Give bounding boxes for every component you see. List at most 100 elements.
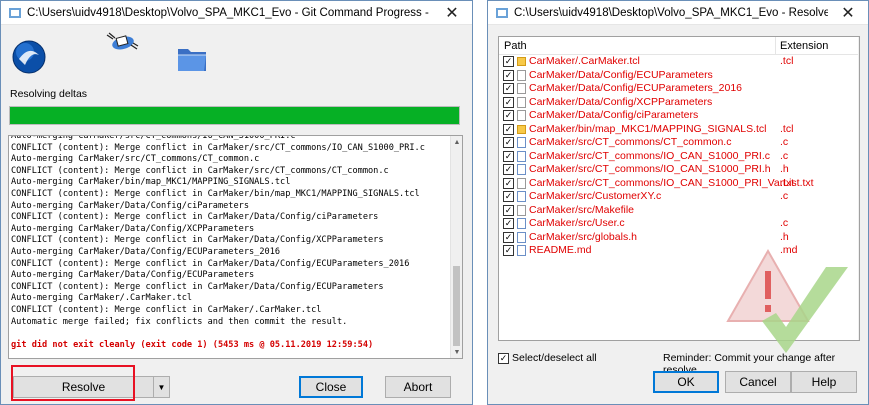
left-title-bar[interactable]: C:\Users\uidv4918\Desktop\Volvo_SPA_MKC1… [1, 1, 472, 25]
right-title-bar[interactable]: C:\Users\uidv4918\Desktop\Volvo_SPA_MKC1… [488, 1, 868, 25]
md-file-icon [517, 245, 526, 256]
cancel-button[interactable]: Cancel [725, 371, 791, 393]
file-extension: .c [780, 217, 789, 229]
file-row[interactable]: ✓ CarMaker/Data/Config/XCPParameters [499, 96, 859, 110]
file-extension: .c [780, 190, 789, 202]
file-path: CarMaker/src/CT_commons/IO_CAN_S1000_PRI… [529, 163, 771, 175]
scroll-down-icon[interactable]: ▼ [451, 346, 462, 358]
ok-button[interactable]: OK [653, 371, 719, 393]
file-checkbox[interactable]: ✓ [503, 83, 514, 94]
log-line: Auto-merging CarMaker/.CarMaker.tcl [11, 293, 193, 304]
abort-button-label: Abort [403, 380, 433, 394]
file-row[interactable]: ✓ CarMaker/src/CT_commons/IO_CAN_S1000_PR… [499, 163, 859, 177]
file-row[interactable]: ✓ CarMaker/src/User.c .c [499, 217, 859, 231]
abort-button[interactable]: Abort [385, 376, 451, 398]
warning-check-watermark-icon [726, 249, 848, 353]
file-checkbox[interactable]: ✓ [503, 231, 514, 243]
left-close-window-button[interactable]: ✕ [432, 1, 472, 25]
chevron-down-icon: ▼ [157, 382, 166, 392]
log-vertical-scrollbar[interactable]: ▲ ▼ [450, 136, 462, 358]
column-separator[interactable] [775, 37, 776, 55]
resolve-window: C:\Users\uidv4918\Desktop\Volvo_SPA_MKC1… [487, 0, 869, 405]
help-button[interactable]: Help [791, 371, 857, 393]
file-icon [517, 110, 526, 121]
file-icon [517, 177, 526, 189]
file-extension: .c [780, 149, 789, 162]
h-file-icon [517, 164, 526, 175]
file-checkbox[interactable]: ✓ [503, 164, 514, 175]
select-all-label[interactable]: Select/deselect all [512, 352, 597, 364]
log-line: CONFLICT (content): Merge conflict in Ca… [11, 235, 384, 246]
file-icon [517, 69, 526, 81]
file-path: CarMaker/Data/Config/ECUParameters [529, 68, 713, 81]
file-row[interactable]: ✓ CarMaker/src/CustomerXY.c .c [499, 190, 859, 204]
file-row[interactable]: ✓ CarMaker/.CarMaker.tcl .tcl [499, 55, 859, 69]
progress-bar-fill [10, 107, 459, 124]
file-row[interactable]: ✓ CarMaker/Data/Config/ECUParameters [499, 69, 859, 83]
list-header: Path Extension [499, 37, 859, 55]
file-path: CarMaker/src/CT_commons/IO_CAN_S1000_PRI… [529, 149, 770, 162]
log-line: Auto-merging CarMaker/Data/Config/XCPPar… [11, 223, 255, 234]
git-command-progress-window: C:\Users\uidv4918\Desktop\Volvo_SPA_MKC1… [0, 0, 473, 405]
log-line: Auto-merging CarMaker/Data/Config/ECUPar… [11, 270, 255, 281]
file-row[interactable]: ✓ CarMaker/src/CT_commons/IO_CAN_S1000_PR… [499, 150, 859, 164]
right-close-window-button[interactable]: ✕ [828, 1, 868, 25]
file-path: CarMaker/src/globals.h [529, 230, 637, 243]
file-row[interactable]: ✓ CarMaker/Data/Config/ciParameters [499, 109, 859, 123]
log-line: CONFLICT (content): Merge conflict in Ca… [11, 258, 410, 269]
file-row[interactable]: ✓ CarMaker/src/CT_commons/IO_CAN_S1000_PR… [499, 177, 859, 191]
file-icon [517, 96, 526, 108]
file-row[interactable]: ✓ CarMaker/bin/map_MKC1/MAPPING_SIGNALS.t… [499, 123, 859, 137]
file-row[interactable]: ✓ CarMaker/src/globals.h .h [499, 231, 859, 245]
file-checkbox[interactable]: ✓ [503, 56, 514, 67]
file-checkbox[interactable]: ✓ [503, 191, 514, 202]
file-checkbox[interactable]: ✓ [503, 110, 514, 121]
scroll-up-icon[interactable]: ▲ [451, 136, 462, 148]
log-line: CONFLICT (content): Merge conflict in Ca… [11, 212, 379, 223]
log-line: CONFLICT (content): Merge conflict in Ca… [11, 188, 420, 199]
file-checkbox[interactable]: ✓ [503, 96, 514, 108]
file-checkbox[interactable]: ✓ [503, 137, 514, 148]
log-line: Auto-merging CarMaker/src/CT_commons/IO_… [11, 135, 296, 141]
command-output-log[interactable]: Auto-merging CarMaker/src/CT_commons/IO_… [8, 135, 463, 359]
tortoisegit-app-icon [9, 7, 21, 19]
column-header-path[interactable]: Path [504, 40, 527, 52]
log-line: Automatic merge failed; fix conflicts an… [11, 316, 348, 327]
column-header-extension[interactable]: Extension [780, 40, 828, 52]
log-line: CONFLICT (content): Merge conflict in Ca… [11, 165, 389, 176]
c-file-icon [517, 218, 526, 229]
resolve-dropdown-button[interactable]: ▼ [153, 376, 170, 398]
log-line: Auto-merging CarMaker/Data/Config/ciPara… [11, 200, 249, 211]
file-checkbox[interactable]: ✓ [503, 123, 514, 135]
tcl-folder-icon [517, 124, 526, 134]
file-row[interactable]: ✓ CarMaker/Data/Config/ECUParameters_2016 [499, 82, 859, 96]
file-path: CarMaker/Data/Config/ciParameters [529, 109, 699, 121]
file-checkbox[interactable]: ✓ [503, 245, 514, 256]
c-file-icon [517, 150, 526, 162]
tortoisegit-app-icon [496, 7, 508, 19]
close-button[interactable]: Close [299, 376, 363, 398]
file-extension: .h [780, 163, 789, 175]
log-line: CONFLICT (content): Merge conflict in Ca… [11, 142, 425, 153]
file-path: CarMaker/src/User.c [529, 217, 625, 229]
file-extension: .tcl [780, 122, 794, 135]
cancel-button-label: Cancel [739, 375, 777, 389]
file-path: CarMaker/src/Makefile [529, 203, 635, 216]
file-extension: .h [780, 230, 789, 243]
select-all-checkbox[interactable]: ✓ [498, 353, 509, 364]
file-path: CarMaker/src/CT_commons/IO_CAN_S1000_PRI… [529, 176, 814, 189]
file-checkbox[interactable]: ✓ [503, 177, 514, 189]
file-path: CarMaker/bin/map_MKC1/MAPPING_SIGNALS.tc… [529, 122, 767, 135]
file-checkbox[interactable]: ✓ [503, 150, 514, 162]
file-checkbox[interactable]: ✓ [503, 218, 514, 229]
file-checkbox[interactable]: ✓ [503, 204, 514, 216]
folder-icon [175, 41, 209, 75]
file-row[interactable]: ✓ CarMaker/src/Makefile [499, 204, 859, 218]
list-edge [858, 37, 859, 340]
file-checkbox[interactable]: ✓ [503, 69, 514, 81]
status-text: Resolving deltas [10, 88, 88, 100]
log-error-line: git did not exit cleanly (exit code 1) (… [11, 339, 374, 350]
file-row[interactable]: ✓ CarMaker/src/CT_commons/CT_common.c .c [499, 136, 859, 150]
help-button-label: Help [811, 375, 837, 389]
log-scroll-thumb[interactable] [453, 266, 460, 346]
